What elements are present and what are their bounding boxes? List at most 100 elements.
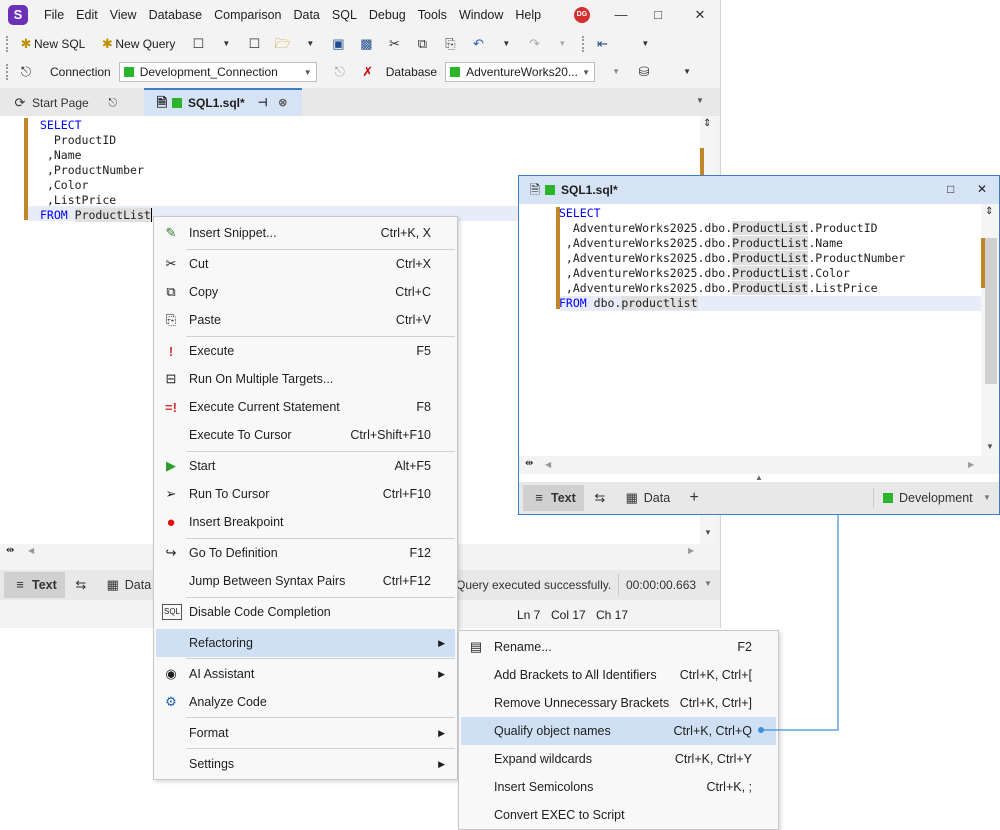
close-icon[interactable]: ⊗ <box>275 95 291 111</box>
open-dropdown-icon[interactable]: ▼ <box>299 33 321 55</box>
menu-tools[interactable]: Tools <box>412 8 453 22</box>
save-all-icon[interactable]: ▩ <box>355 33 377 55</box>
tab-data[interactable]: ▦ Data <box>97 572 159 598</box>
toolbar-grip[interactable] <box>6 64 12 80</box>
menu-debug[interactable]: Debug <box>363 8 412 22</box>
new-document-icon[interactable]: ☐ <box>187 33 209 55</box>
menu-item-go-to-definition[interactable]: ↪ Go To Definition F12 <box>156 539 455 567</box>
avatar[interactable]: DG <box>574 7 590 23</box>
tab-sql1[interactable]: 🗎 SQL1.sql* ⊣ ⊗ <box>144 88 302 116</box>
menu-item-remove-brackets[interactable]: Remove Unnecessary Brackets Ctrl+K, Ctrl… <box>461 689 776 717</box>
menu-item-analyze-code[interactable]: ⚙ Analyze Code <box>156 688 455 716</box>
scroll-right-icon[interactable]: ▶ <box>968 460 974 469</box>
close-connection-icon[interactable]: ✗ <box>357 61 379 83</box>
connection-select[interactable]: Development_Connection ▼ <box>118 62 317 82</box>
toolbar-grip[interactable] <box>582 36 588 52</box>
menu-item-execute-current-statement[interactable]: =! Execute Current Statement F8 <box>156 393 455 421</box>
menu-item-settings[interactable]: Settings ▶ <box>156 750 455 778</box>
menu-comparison[interactable]: Comparison <box>208 8 287 22</box>
menu-item-execute-to-cursor[interactable]: Execute To Cursor Ctrl+Shift+F10 <box>156 421 455 449</box>
navigate-icon[interactable]: ⇤ <box>591 33 613 55</box>
cut-icon[interactable]: ✂ <box>383 33 405 55</box>
swap-button[interactable]: ⇆ <box>584 485 616 511</box>
menu-item-ai-assistant[interactable]: ◉ AI Assistant ▶ <box>156 660 455 688</box>
menu-item-execute[interactable]: ! Execute F5 <box>156 337 455 365</box>
menu-item-insert-snippet[interactable]: ✎ Insert Snippet... Ctrl+K, X <box>156 219 455 247</box>
toolbar-options-icon[interactable]: ▼ <box>634 33 656 55</box>
preview-title-bar[interactable]: 🗎 SQL1.sql* □ ✕ <box>519 176 999 204</box>
chevron-down-icon[interactable]: ▼ <box>983 493 991 502</box>
scroll-right-icon[interactable]: ▶ <box>688 546 694 555</box>
menu-help[interactable]: Help <box>509 8 547 22</box>
menu-item-start[interactable]: ▶ Start Alt+F5 <box>156 452 455 480</box>
menu-item-convert-exec[interactable]: Convert EXEC to Script <box>461 801 776 829</box>
tab-list-icon[interactable]: ▼ <box>696 96 704 105</box>
save-icon[interactable]: ▣ <box>327 33 349 55</box>
menu-item-paste[interactable]: ⎘ Paste Ctrl+V <box>156 306 455 334</box>
menu-item-run-multiple-targets[interactable]: ⊟ Run On Multiple Targets... <box>156 365 455 393</box>
menu-item-format[interactable]: Format ▶ <box>156 719 455 747</box>
split-horizontal-icon[interactable]: ⇹ <box>525 458 533 469</box>
menu-item-insert-breakpoint[interactable]: ● Insert Breakpoint <box>156 508 455 536</box>
scroll-left-icon[interactable]: ◀ <box>545 460 551 469</box>
paste-icon[interactable]: ⎘ <box>439 33 461 55</box>
redo-dropdown-icon[interactable]: ▼ <box>551 33 573 55</box>
menu-item-run-to-cursor[interactable]: ➢ Run To Cursor Ctrl+F10 <box>156 480 455 508</box>
tab-text[interactable]: ≡ Text <box>4 572 65 598</box>
split-horizontal-icon[interactable]: ⇹ <box>6 545 14 556</box>
menu-item-disable-code-completion[interactable]: SQL Disable Code Completion <box>156 598 455 626</box>
redo-icon[interactable]: ↷ <box>523 33 545 55</box>
scroll-thumb[interactable] <box>985 238 997 384</box>
menu-item-add-brackets[interactable]: Add Brackets to All Identifiers Ctrl+K, … <box>461 661 776 689</box>
collapse-panel-icon[interactable]: ▲ <box>755 473 763 482</box>
menu-item-rename[interactable]: ▤ Rename... F2 <box>461 633 776 661</box>
close-icon[interactable]: ✕ <box>977 182 987 196</box>
new-document-dropdown-icon[interactable]: ▼ <box>215 33 237 55</box>
toolbar-grip[interactable] <box>6 36 12 52</box>
database-select[interactable]: AdventureWorks20... ▼ <box>445 62 596 82</box>
chevron-down-icon[interactable]: ▼ <box>704 579 712 588</box>
menu-database[interactable]: Database <box>143 8 209 22</box>
add-file-icon[interactable]: ☐ <box>243 33 265 55</box>
minimize-icon[interactable]: — <box>611 5 631 25</box>
new-sql-button[interactable]: ✱ New SQL <box>18 36 86 52</box>
undo-dropdown-icon[interactable]: ▼ <box>495 33 517 55</box>
menu-item-qualify-object-names[interactable]: Qualify object names Ctrl+K, Ctrl+Q <box>461 717 776 745</box>
preview-horizontal-scrollbar[interactable]: ⇹ ◀ ▶ <box>519 456 999 474</box>
tab-text[interactable]: ≡ Text <box>523 485 584 511</box>
menu-item-cut[interactable]: ✂ Cut Ctrl+X <box>156 250 455 278</box>
preview-editor[interactable]: SELECT AdventureWorks2025.dbo.ProductLis… <box>519 204 981 456</box>
connect-icon[interactable]: ⎋ <box>15 61 37 83</box>
menu-item-insert-semicolons[interactable]: Insert Semicolons Ctrl+K, ; <box>461 773 776 801</box>
scroll-down-icon[interactable]: ▼ <box>704 528 712 537</box>
pin-icon[interactable]: ⎋ <box>105 95 121 111</box>
menu-data[interactable]: Data <box>287 8 325 22</box>
tab-start-page[interactable]: ⟳ Start Page ⎋ <box>0 90 147 116</box>
undo-icon[interactable]: ↶ <box>467 33 489 55</box>
swap-button[interactable]: ⇆ <box>65 572 97 598</box>
preview-vertical-scrollbar[interactable]: ⇕ ▼ <box>981 204 999 456</box>
tab-data[interactable]: ▦ Data <box>616 485 678 511</box>
menu-view[interactable]: View <box>104 8 143 22</box>
menu-edit[interactable]: Edit <box>70 8 104 22</box>
new-query-button[interactable]: ✱ New Query <box>99 36 175 52</box>
database-options-icon[interactable]: ▼ <box>605 61 627 83</box>
menu-item-expand-wildcards[interactable]: Expand wildcards Ctrl+K, Ctrl+Y <box>461 745 776 773</box>
maximize-icon[interactable]: □ <box>648 5 668 25</box>
split-icon[interactable]: ⇕ <box>985 206 993 217</box>
toolbar-options-icon[interactable]: ▼ <box>676 61 698 83</box>
menu-sql[interactable]: SQL <box>326 8 363 22</box>
split-icon[interactable]: ⇕ <box>703 118 711 129</box>
disconnect-icon[interactable]: ⎋ <box>329 61 351 83</box>
menu-window[interactable]: Window <box>453 8 509 22</box>
close-icon[interactable]: ✕ <box>690 5 710 25</box>
add-tab-button[interactable]: + <box>678 485 710 511</box>
menu-file[interactable]: File <box>38 8 70 22</box>
menu-item-jump-syntax-pairs[interactable]: Jump Between Syntax Pairs Ctrl+F12 <box>156 567 455 595</box>
menu-item-refactoring[interactable]: Refactoring ▶ <box>156 629 455 657</box>
pin-icon[interactable]: ⊣ <box>255 95 271 111</box>
scroll-down-icon[interactable]: ▼ <box>986 442 994 451</box>
scroll-left-icon[interactable]: ◀ <box>28 546 34 555</box>
menu-item-copy[interactable]: ⧉ Copy Ctrl+C <box>156 278 455 306</box>
database-icon[interactable]: ⛁ <box>633 61 655 83</box>
